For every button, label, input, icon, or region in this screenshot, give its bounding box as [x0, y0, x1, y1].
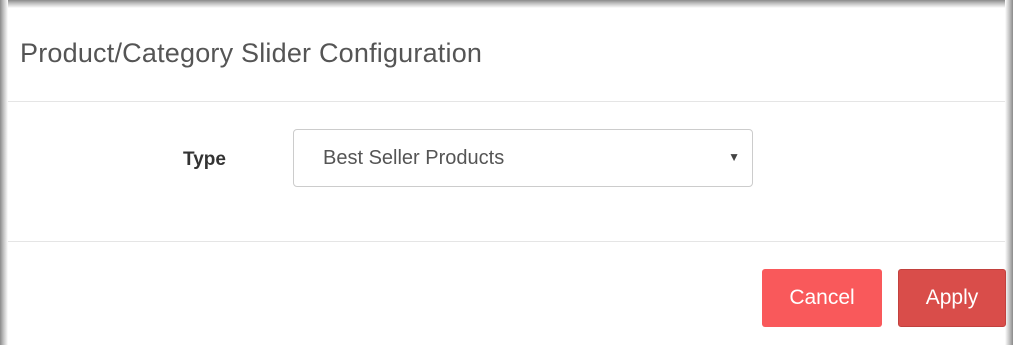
type-select-value: Best Seller Products — [323, 147, 505, 169]
modal-footer: Cancel Apply — [8, 242, 1006, 345]
caret-down-icon: ▼ — [728, 150, 740, 164]
dialog-shadow-top — [0, 0, 1013, 8]
type-select[interactable]: Best Seller Products ▼ — [293, 129, 753, 187]
type-label: Type — [183, 149, 226, 170]
modal-title: Product/Category Slider Configuration — [20, 38, 483, 68]
modal-body: Type Best Seller Products ▼ — [8, 102, 1005, 242]
apply-button[interactable]: Apply — [898, 269, 1006, 327]
modal-dialog: Product/Category Slider Configuration Ty… — [0, 0, 1013, 345]
modal-header: Product/Category Slider Configuration — [8, 8, 1005, 102]
dialog-shadow-left — [0, 0, 8, 345]
dialog-shadow-right — [1005, 0, 1013, 345]
cancel-button[interactable]: Cancel — [762, 269, 882, 327]
